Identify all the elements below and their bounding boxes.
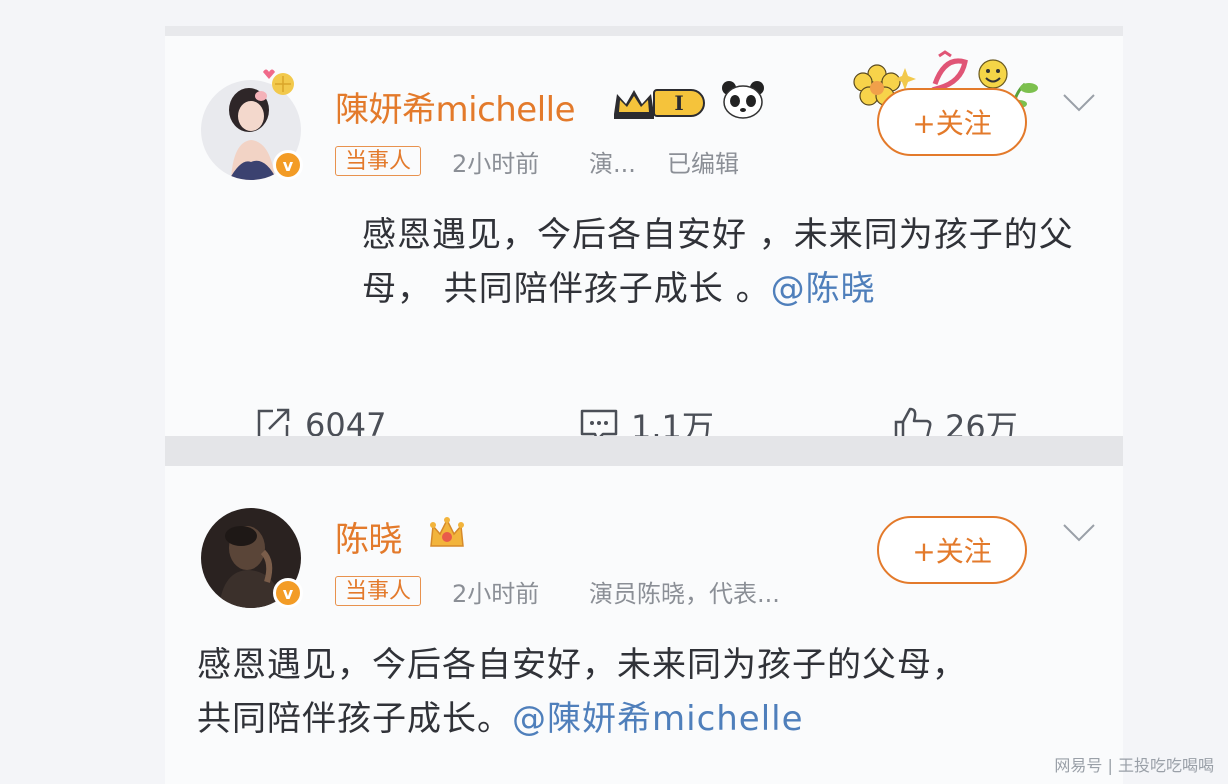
follow-button[interactable]: +关注 bbox=[877, 88, 1027, 156]
post-content-line: 感恩遇见，今后各自安好 ，未来同为孩子的父 bbox=[362, 215, 1074, 255]
post-time: 2小时前 bbox=[452, 580, 540, 608]
crown-icon bbox=[614, 90, 654, 119]
status-badge: 当事人 bbox=[335, 146, 422, 176]
verified-badge-icon: v bbox=[273, 150, 303, 180]
post-divider bbox=[165, 436, 1123, 466]
author-name[interactable]: 陈晓 bbox=[335, 512, 403, 561]
mention-link[interactable]: @陳妍希michelle bbox=[512, 699, 804, 739]
top-divider bbox=[165, 26, 1123, 36]
edited-label: 已编辑 bbox=[667, 150, 739, 178]
post-source: 演员陈晓，代表... bbox=[589, 580, 780, 608]
status-badge: 当事人 bbox=[335, 576, 422, 606]
weibo-post-card: v 陳妍希michelle I 当事人 2小时前 演... 已编辑 +关注 感恩… bbox=[165, 36, 1123, 446]
mention-link[interactable]: @陈晓 bbox=[771, 269, 876, 309]
post-source: 演... bbox=[589, 150, 636, 178]
post-content-line: 感恩遇见，今后各自安好，未来同为孩子的父母， bbox=[197, 645, 967, 685]
author-name[interactable]: 陳妍希michelle bbox=[335, 82, 576, 131]
post-time: 2小时前 bbox=[452, 150, 540, 178]
panda-icon bbox=[722, 81, 764, 119]
crown-icon bbox=[430, 517, 464, 547]
member-level-badge[interactable]: I bbox=[611, 86, 705, 120]
level-number: I bbox=[653, 89, 705, 117]
post-text: 共同陪伴孩子成长。 bbox=[197, 699, 512, 739]
watermark: 网易号 | 王投吃吃喝喝 bbox=[1054, 756, 1214, 775]
chevron-down-icon[interactable] bbox=[1062, 522, 1096, 544]
verified-badge-icon: v bbox=[273, 578, 303, 608]
post-content-line: 母， 共同陪伴孩子成长 。@陈晓 bbox=[362, 262, 876, 316]
post-text: 母， 共同陪伴孩子成长 。 bbox=[362, 269, 771, 309]
sticker-icon bbox=[263, 69, 294, 95]
post-content-line: 共同陪伴孩子成长。@陳妍希michelle bbox=[197, 692, 804, 746]
chevron-down-icon[interactable] bbox=[1062, 92, 1096, 114]
follow-button[interactable]: +关注 bbox=[877, 516, 1027, 584]
weibo-post-card: v 陈晓 当事人 2小时前 演员陈晓，代表... +关注 感恩遇见，今后各自安好… bbox=[165, 466, 1123, 784]
